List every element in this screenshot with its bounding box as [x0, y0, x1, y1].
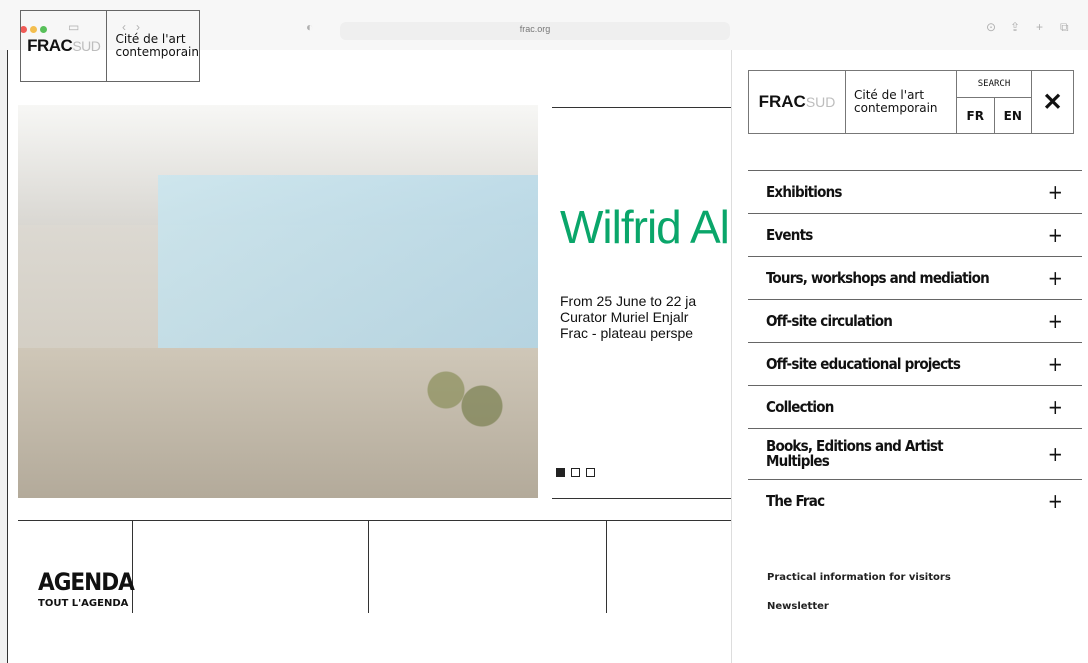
menu-item-label: The Frac: [766, 492, 825, 510]
logo-text: FRAC: [27, 36, 73, 55]
new-tab-icon[interactable]: +: [1036, 20, 1043, 34]
site-header-logo[interactable]: FRAC SUD Cité de l'art contemporain: [20, 10, 200, 82]
close-icon: ✕: [1042, 88, 1063, 116]
menu-item-off-site-educational[interactable]: Off-site educational projects +: [748, 342, 1082, 385]
site-tagline: Cité de l'art contemporain: [107, 11, 199, 81]
menu-item-label: Books, Editions and Artist Multiples: [766, 437, 944, 470]
plus-icon: +: [1047, 223, 1063, 247]
carousel-dot-1[interactable]: [556, 468, 565, 477]
agenda-column: [368, 520, 369, 613]
tagline-line2: contemporain: [115, 45, 199, 59]
carousel-dots: [556, 468, 595, 477]
menu-item-label: Events: [766, 226, 813, 244]
plus-icon: +: [1047, 442, 1063, 466]
frac-logo[interactable]: FRAC SUD: [21, 11, 108, 81]
menu-tagline: Cité de l'art contemporain: [846, 71, 957, 133]
menu-item-collection[interactable]: Collection +: [748, 385, 1082, 428]
plus-icon: +: [1047, 395, 1063, 419]
menu-header: FRAC SUD Cité de l'art contemporain SEARC…: [748, 70, 1074, 134]
language-switcher: FR EN: [957, 98, 1031, 133]
agenda-link[interactable]: TOUT L'AGENDA: [38, 598, 128, 609]
close-menu-button[interactable]: ✕: [1032, 71, 1073, 133]
menu-frac-logo[interactable]: FRAC SUD: [749, 71, 846, 133]
hero-plants: [398, 358, 518, 438]
hero-image[interactable]: [18, 105, 538, 498]
url-text[interactable]: frac.org: [340, 24, 730, 34]
hero-description: From 25 June to 22 ja Curator Muriel Enj…: [560, 293, 730, 341]
search-button[interactable]: SEARCH: [957, 71, 1031, 98]
share-icon[interactable]: ⇪: [1010, 20, 1020, 34]
agenda-title: AGENDA: [38, 568, 135, 596]
menu-tagline-line2: contemporain: [854, 101, 938, 115]
menu-item-events[interactable]: Events +: [748, 213, 1082, 256]
plus-icon: +: [1047, 309, 1063, 333]
tabs-icon[interactable]: ⧉: [1060, 20, 1069, 35]
url-bar[interactable]: frac.org: [340, 22, 730, 40]
menu-search-lang: SEARCH FR EN: [957, 71, 1032, 133]
plus-icon: +: [1047, 352, 1063, 376]
plus-icon: +: [1047, 180, 1063, 204]
lang-fr-button[interactable]: FR: [957, 98, 995, 133]
privacy-icon[interactable]: ◐: [306, 20, 313, 34]
plus-icon: +: [1047, 489, 1063, 513]
menu-item-exhibitions[interactable]: Exhibitions +: [748, 170, 1082, 213]
menu-logo-sub: SUD: [805, 94, 836, 110]
menu-logo-text: FRAC: [758, 92, 806, 111]
menu-item-the-frac[interactable]: The Frac +: [748, 479, 1082, 522]
carousel-dot-3[interactable]: [586, 468, 595, 477]
downloads-icon[interactable]: ⊙: [986, 20, 996, 34]
plus-icon: +: [1047, 266, 1063, 290]
agenda-column: [606, 520, 607, 613]
menu-item-off-site-circulation[interactable]: Off-site circulation +: [748, 299, 1082, 342]
practical-info-link[interactable]: Practical information for visitors: [767, 572, 951, 583]
logo-sub: SUD: [72, 38, 101, 54]
menu-item-label: Tours, workshops and mediation: [766, 269, 990, 287]
hero-line3: Frac - plateau perspe: [560, 325, 694, 341]
newsletter-link[interactable]: Newsletter: [767, 601, 829, 612]
agenda-column: [132, 520, 133, 613]
main-menu: Exhibitions + Events + Tours, workshops …: [748, 170, 1082, 522]
hero-line2: Curator Muriel Enjalr: [560, 309, 689, 325]
menu-item-label: Off-site circulation: [766, 312, 893, 330]
lang-en-button[interactable]: EN: [995, 98, 1032, 133]
hero-line1: From 25 June to 22 ja: [560, 293, 697, 309]
menu-item-books[interactable]: Books, Editions and Artist Multiples +: [748, 428, 1082, 479]
menu-item-label: Collection: [766, 398, 834, 416]
menu-item-label: Off-site educational projects: [766, 355, 961, 373]
carousel-dot-2[interactable]: [571, 468, 580, 477]
menu-item-tours[interactable]: Tours, workshops and mediation +: [748, 256, 1082, 299]
menu-item-label: Exhibitions: [766, 183, 842, 201]
